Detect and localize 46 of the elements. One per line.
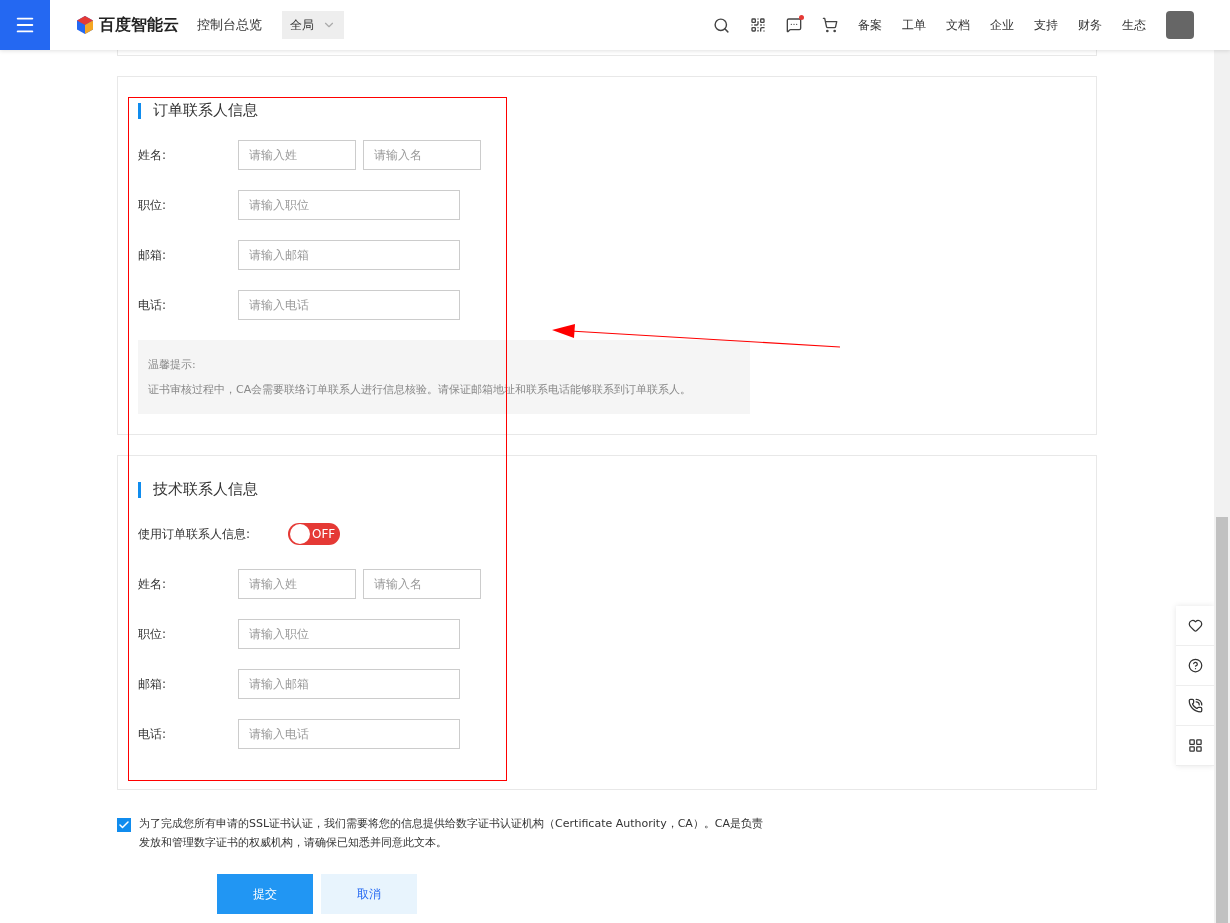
input-field[interactable]: 请输入电话 <box>238 719 460 749</box>
nav-link[interactable]: 文档 <box>946 16 970 34</box>
input-field[interactable]: 请输入姓 <box>238 140 356 170</box>
field-label: 职位: <box>138 196 168 214</box>
cart-icon[interactable] <box>822 17 838 33</box>
nav-link[interactable]: 企业 <box>990 16 1014 34</box>
input-field[interactable]: 请输入邮箱 <box>238 240 460 270</box>
field-label: 电话: <box>138 725 168 743</box>
field-label: 邮箱: <box>138 675 168 693</box>
logo[interactable]: 百度智能云 <box>75 14 179 36</box>
section-title: 订单联系人信息 <box>153 101 258 120</box>
region-select[interactable]: 全局 <box>282 11 344 39</box>
toggle-switch[interactable]: OFF <box>288 523 340 545</box>
scrollbar[interactable] <box>1214 50 1230 923</box>
tip-title: 温馨提示: <box>148 357 197 373</box>
title-bar <box>138 481 141 498</box>
logo-text: 百度智能云 <box>99 14 179 36</box>
console-link[interactable]: 控制台总览 <box>197 16 262 34</box>
agreement-text: 为了完成您所有申请的SSL证书认证，我们需要将您的信息提供给数字证书认证机构（Certificate Authority，CA）。CA是负责发放和管理数字证书的权威机构，请确保已知悉并同意此文本。 <box>139 816 764 851</box>
input-field[interactable]: 请输入名 <box>363 569 481 599</box>
checkbox[interactable] <box>117 818 131 832</box>
input-field[interactable]: 请输入名 <box>363 140 481 170</box>
nav-link[interactable]: 财务 <box>1078 16 1102 34</box>
field-label: 姓名: <box>138 575 168 593</box>
field-label: 姓名: <box>138 146 168 164</box>
field-label: 职位: <box>138 625 168 643</box>
field-label: 邮箱: <box>138 246 168 264</box>
field-label: 使用订单联系人信息: <box>138 525 252 543</box>
nav-link[interactable]: 生态 <box>1122 16 1146 34</box>
field-label: 电话: <box>138 296 168 314</box>
menu-button[interactable] <box>0 0 50 50</box>
nav-link[interactable]: 工单 <box>902 16 926 34</box>
nav-link[interactable]: 支持 <box>1034 16 1058 34</box>
cube-logo-icon <box>75 15 95 35</box>
qr-code-icon[interactable] <box>750 17 766 33</box>
nav-link[interactable]: 备案 <box>858 16 882 34</box>
section-title: 技术联系人信息 <box>153 480 258 499</box>
input-field[interactable]: 请输入姓 <box>238 569 356 599</box>
input-field[interactable]: 请输入电话 <box>238 290 460 320</box>
search-icon[interactable] <box>713 16 730 34</box>
cancel-button[interactable]: 取消 <box>321 874 417 914</box>
input-field[interactable]: 请输入职位 <box>238 619 460 649</box>
message-icon[interactable] <box>786 17 802 33</box>
title-bar <box>138 102 141 119</box>
input-field[interactable]: 请输入邮箱 <box>238 669 460 699</box>
input-field[interactable]: 请输入职位 <box>238 190 460 220</box>
